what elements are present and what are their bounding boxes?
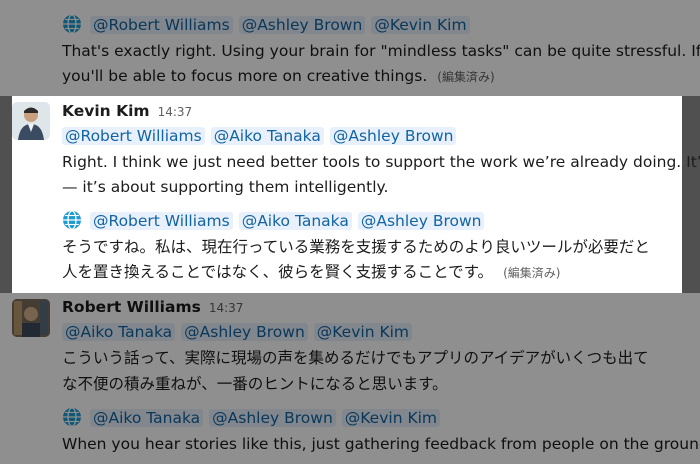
avatar[interactable] (12, 299, 50, 337)
globe-icon (63, 407, 81, 427)
mention[interactable]: @Robert Williams (90, 16, 233, 34)
message-text: When you hear stories like this, just ga… (62, 435, 700, 453)
message-text: こういう話って、実際に現場の声を集めるだけでもアプリのアイデアがいくつも出て (62, 349, 649, 367)
message-text: そうですね。私は、現在行っている業務を支援するためのより良いツールが必要だと (62, 238, 650, 256)
timestamp[interactable]: 14:37 (158, 105, 193, 119)
message-text: you'll be able to focus more on creative… (62, 67, 495, 85)
message-text: な不便の積み重ねが、一番のヒントになると思います。 (62, 375, 448, 393)
message-top: @Robert Williams @Ashley Brown @Kevin Kim … (0, 0, 700, 96)
mention[interactable]: @Kevin Kim (313, 323, 413, 341)
message-robert: Robert Williams 14:37 @Aiko Tanaka @Ashley… (0, 293, 700, 464)
mention[interactable]: @Ashley Brown (329, 127, 457, 145)
edited-label: (編集済み) (437, 70, 495, 84)
mention[interactable]: @Robert Williams (90, 212, 233, 230)
mention[interactable]: @Ashley Brown (357, 212, 485, 230)
mention[interactable]: @Aiko Tanaka (210, 127, 324, 145)
author-name[interactable]: Kevin Kim (62, 102, 150, 120)
message-text: 人を置き換えることではなく、彼らを賢く支援することです。 (編集済み) (62, 263, 561, 281)
message-text: That's exactly right. Using your brain f… (62, 42, 700, 60)
mention[interactable]: @Ashley Brown (238, 16, 366, 34)
avatar[interactable] (12, 102, 50, 140)
globe-icon (63, 14, 81, 34)
message-kevin: Kevin Kim 14:37 @Robert Williams @Aiko Tan… (12, 96, 700, 293)
mention[interactable]: @Aiko Tanaka (90, 409, 204, 427)
timestamp[interactable]: 14:37 (209, 301, 244, 315)
globe-icon (63, 210, 81, 230)
author-name[interactable]: Robert Williams (62, 298, 201, 316)
mention[interactable]: @Kevin Kim (341, 409, 441, 427)
mention[interactable]: @Ashley Brown (181, 323, 308, 341)
message-text: Right. I think we just need better tools… (62, 153, 700, 171)
mention[interactable]: @Aiko Tanaka (238, 212, 352, 230)
mention[interactable]: @Kevin Kim (371, 16, 470, 34)
message-text: — it’s about supporting them intelligent… (62, 178, 389, 196)
mention[interactable]: @Robert Williams (62, 127, 205, 145)
edited-label: (編集済み) (503, 266, 561, 280)
mention[interactable]: @Ashley Brown (209, 409, 336, 427)
mention[interactable]: @Aiko Tanaka (62, 323, 176, 341)
